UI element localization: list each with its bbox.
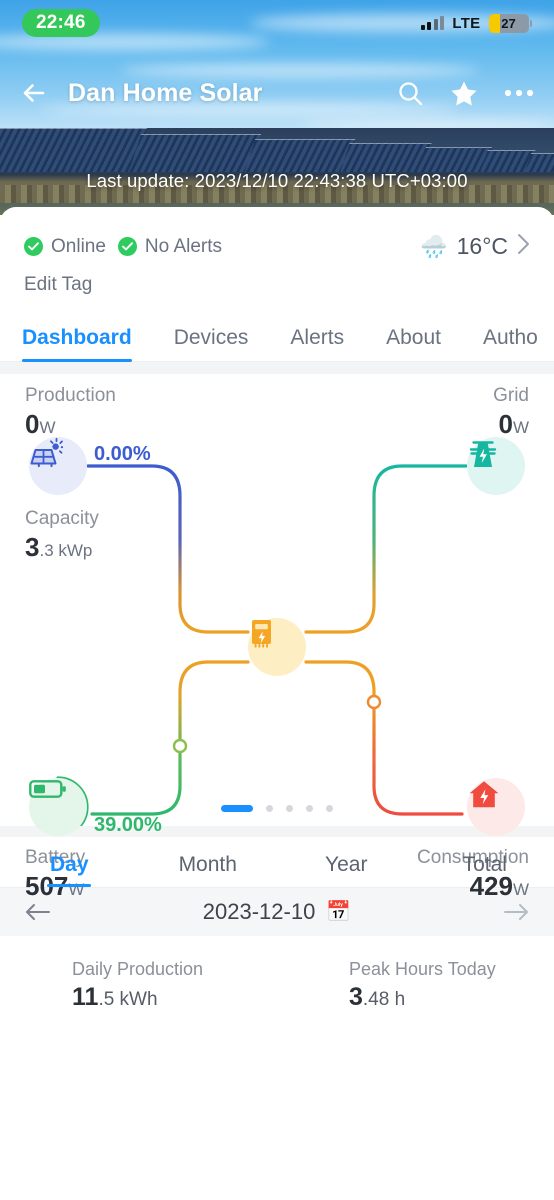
- last-update-text: Last update: 2023/12/10 22:43:38 UTC+03:…: [86, 170, 468, 191]
- battery-percent: 39.00%: [94, 814, 162, 836]
- pagination-dot[interactable]: [221, 805, 253, 812]
- status-badge-online: Online: [24, 236, 106, 258]
- production-percent: 0.00%: [94, 443, 151, 465]
- weather-widget[interactable]: 🌧️ 16°C: [420, 233, 530, 260]
- inverter-icon[interactable]: [248, 618, 306, 676]
- capacity-value: 3: [25, 531, 40, 562]
- battery-low-power-icon: 27: [488, 13, 529, 33]
- grid-label: Grid: [493, 385, 529, 406]
- stat-peak-hours: Peak Hours Today 3.48 h: [277, 956, 554, 1012]
- tab-section-divider: [0, 362, 554, 374]
- stat-daily-production: Daily Production 11.5 kWh: [0, 956, 277, 1012]
- status-bar: 22:46 LTE 27: [0, 0, 554, 46]
- main-tab-bar: Dashboard Devices Alerts About Autho: [0, 296, 554, 362]
- production-unit: W: [39, 417, 56, 437]
- solar-panel-icon[interactable]: [29, 437, 87, 495]
- selected-date: 2023-12-10: [202, 899, 316, 924]
- tab-about[interactable]: About: [365, 326, 462, 361]
- energy-flow-diagram: Production 0W Grid 0W Capacity 3.3 kWp 0…: [0, 374, 554, 901]
- app-screen: Last update: 2023/12/10 22:43:38 UTC+03:…: [0, 0, 554, 1200]
- chevron-right-icon: [517, 233, 530, 260]
- signal-bars-icon: [420, 16, 445, 30]
- period-tab-total[interactable]: Total: [416, 853, 554, 887]
- period-tab-month[interactable]: Month: [139, 853, 278, 887]
- pagination-dot[interactable]: [306, 805, 313, 812]
- status-summary-row: Online No Alerts 🌧️ 16°C: [0, 207, 554, 260]
- more-options-icon[interactable]: [504, 89, 534, 97]
- period-tab-bar: Day Month Year Total: [0, 837, 554, 887]
- status-badge-alerts: No Alerts: [117, 235, 223, 258]
- content-sheet: Online No Alerts 🌧️ 16°C Edit Tag Dashbo…: [0, 207, 554, 1200]
- status-bar-time: 22:46: [22, 9, 100, 37]
- daily-stats-row: Daily Production 11.5 kWh Peak Hours Tod…: [0, 936, 554, 1012]
- production-label: Production: [25, 385, 116, 406]
- daily-production-value: 11: [72, 983, 99, 1011]
- metric-grid: Grid 0W: [493, 384, 529, 442]
- grid-tower-icon[interactable]: [467, 437, 525, 495]
- pagination-dot[interactable]: [286, 805, 293, 812]
- flow-marker-battery: [172, 738, 188, 754]
- no-alerts-label: No Alerts: [144, 235, 223, 257]
- pagination-dot[interactable]: [326, 805, 333, 812]
- tab-authorization[interactable]: Autho: [462, 326, 554, 361]
- tab-devices[interactable]: Devices: [153, 326, 270, 361]
- arrow-right-icon[interactable]: [502, 902, 530, 922]
- back-arrow-icon[interactable]: [20, 78, 54, 108]
- capacity-label: Capacity: [25, 508, 99, 529]
- app-header: Dan Home Solar: [0, 66, 554, 120]
- metric-capacity: Capacity 3.3 kWp: [25, 507, 99, 565]
- section-divider: [0, 826, 554, 837]
- carousel-pagination[interactable]: [0, 805, 554, 812]
- rain-cloud-icon: 🌧️: [420, 233, 448, 259]
- check-circle-icon: [24, 237, 43, 256]
- check-circle-icon: [117, 237, 137, 256]
- flow-marker-consumption: [366, 694, 382, 710]
- grid-unit: W: [512, 417, 529, 437]
- production-value: 0: [25, 408, 40, 439]
- period-tab-year[interactable]: Year: [277, 853, 416, 887]
- peak-hours-label: Peak Hours Today: [349, 959, 496, 979]
- temperature-label: 16°C: [456, 233, 508, 259]
- calendar-icon[interactable]: 📅: [326, 902, 351, 922]
- page-title: Dan Home Solar: [68, 78, 263, 107]
- daily-production-unit: .5 kWh: [98, 989, 158, 1010]
- tab-dashboard[interactable]: Dashboard: [22, 326, 153, 362]
- battery-percent-label: 27: [501, 15, 516, 31]
- daily-production-label: Daily Production: [72, 959, 204, 979]
- metric-production: Production 0W: [25, 384, 116, 442]
- date-display[interactable]: 2023-12-10 📅: [203, 899, 351, 925]
- capacity-unit: .3 kWp: [39, 540, 93, 560]
- arrow-left-icon[interactable]: [24, 902, 52, 922]
- peak-hours-unit: .48 h: [362, 989, 406, 1010]
- online-label: Online: [51, 235, 106, 257]
- period-tab-day[interactable]: Day: [0, 853, 139, 887]
- search-icon[interactable]: [397, 80, 424, 107]
- grid-value: 0: [498, 408, 513, 439]
- peak-hours-value: 3: [349, 983, 363, 1011]
- star-icon[interactable]: [450, 80, 478, 107]
- edit-tag-link[interactable]: Edit Tag: [0, 260, 116, 296]
- network-type-label: LTE: [452, 14, 481, 32]
- tab-alerts[interactable]: Alerts: [269, 326, 365, 361]
- pagination-dot[interactable]: [266, 805, 273, 812]
